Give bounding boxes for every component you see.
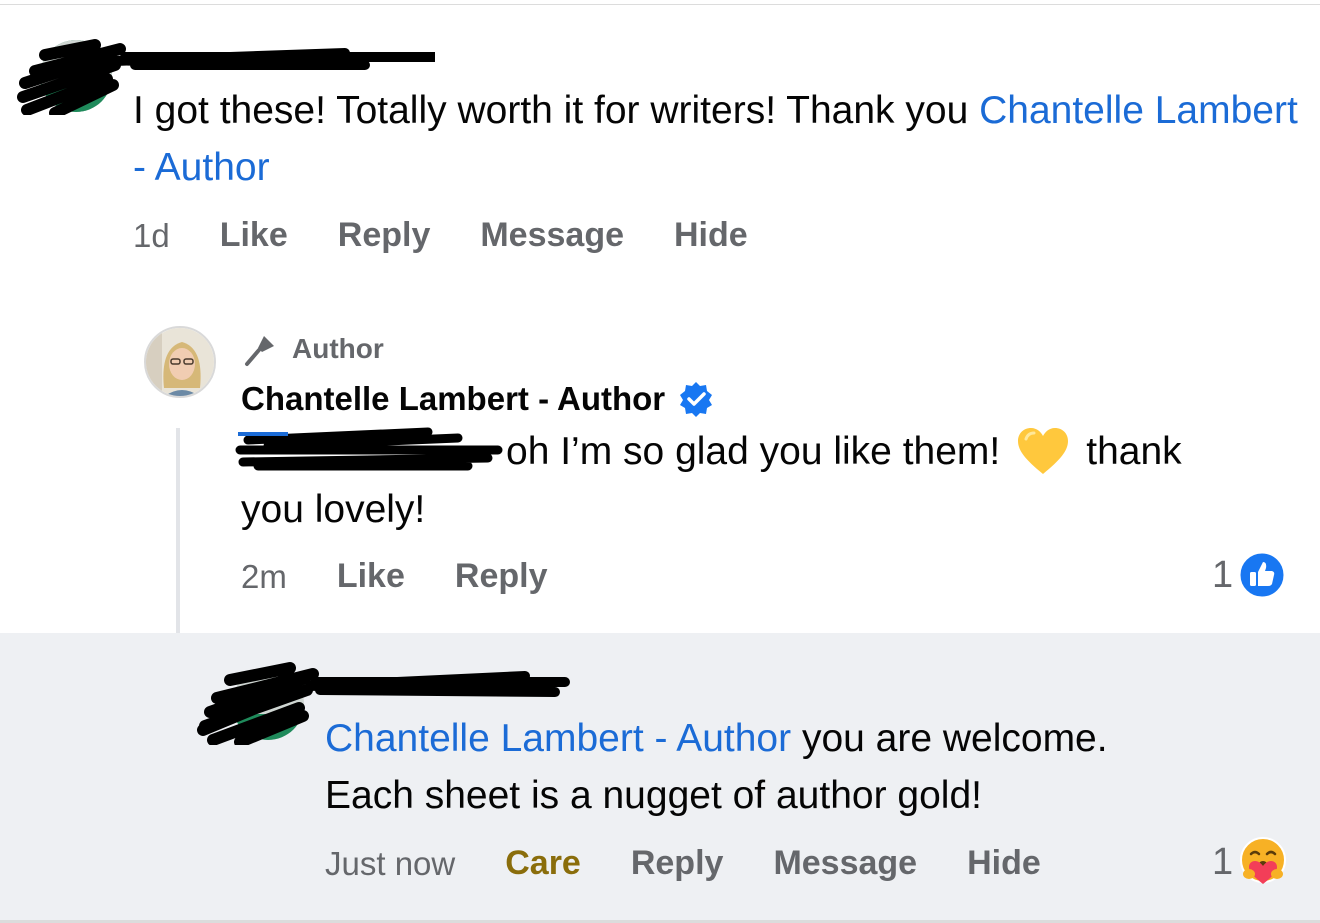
reply-1-line-1: oh I’m so glad you like them! thank — [506, 423, 1182, 480]
verified-badge-icon — [680, 382, 713, 417]
like-reaction-icon — [1237, 550, 1287, 600]
care-reaction-icon — [1240, 837, 1287, 884]
reply-1-text-part-1: oh I’m so glad you like them! — [506, 430, 1001, 473]
author-microphone-icon — [245, 336, 274, 366]
reply-1-line-2: you lovely! — [241, 488, 426, 531]
reply-button[interactable]: Reply — [631, 844, 724, 883]
top-divider — [0, 4, 1320, 5]
reply-1-text-part-2: thank — [1086, 430, 1182, 473]
mention-link[interactable]: Chantelle Lambert - Author — [325, 717, 791, 760]
reply-2-text-part-1: you are welcome. — [791, 717, 1108, 760]
reply-2-actions: Just now Care Reply Message Hide — [325, 844, 1041, 883]
reply-1-reactions[interactable]: 1 — [1212, 550, 1287, 600]
author-name[interactable]: Chantelle Lambert - Author — [241, 380, 665, 418]
author-badge: Author — [242, 330, 384, 368]
care-button[interactable]: Care — [505, 844, 581, 883]
comment-1-body: I got these! Totally worth it for writer… — [133, 89, 980, 132]
like-button[interactable]: Like — [337, 557, 405, 596]
reaction-count: 1 — [1212, 553, 1234, 596]
reply-2-line-1: Chantelle Lambert - Author you are welco… — [325, 710, 1285, 767]
reaction-count: 1 — [1212, 840, 1234, 883]
reply-button[interactable]: Reply — [338, 216, 431, 255]
author-avatar[interactable] — [144, 326, 216, 398]
like-button[interactable]: Like — [220, 216, 288, 255]
hide-button[interactable]: Hide — [967, 844, 1041, 883]
message-button[interactable]: Message — [773, 844, 917, 883]
redacted-mention-scribble — [235, 427, 503, 471]
reply-1-actions: 2m Like Reply — [241, 557, 547, 596]
timestamp[interactable]: 1d — [133, 217, 170, 255]
message-button[interactable]: Message — [480, 216, 624, 255]
timestamp[interactable]: 2m — [241, 558, 287, 596]
reply-button[interactable]: Reply — [455, 557, 548, 596]
yellow-heart-emoji — [1018, 427, 1069, 474]
reply-2-reactions[interactable]: 1 — [1212, 836, 1289, 888]
author-photo — [146, 328, 214, 396]
timestamp[interactable]: Just now — [325, 845, 455, 883]
reply-2-line-2: Each sheet is a nugget of author gold! — [325, 774, 982, 817]
author-name-row: Chantelle Lambert - Author — [241, 380, 715, 418]
author-badge-label: Author — [292, 333, 384, 364]
hide-button[interactable]: Hide — [674, 216, 748, 255]
comment-1-actions: 1d Like Reply Message Hide — [133, 216, 748, 255]
comment-1-text: I got these! Totally worth it for writer… — [133, 82, 1303, 196]
